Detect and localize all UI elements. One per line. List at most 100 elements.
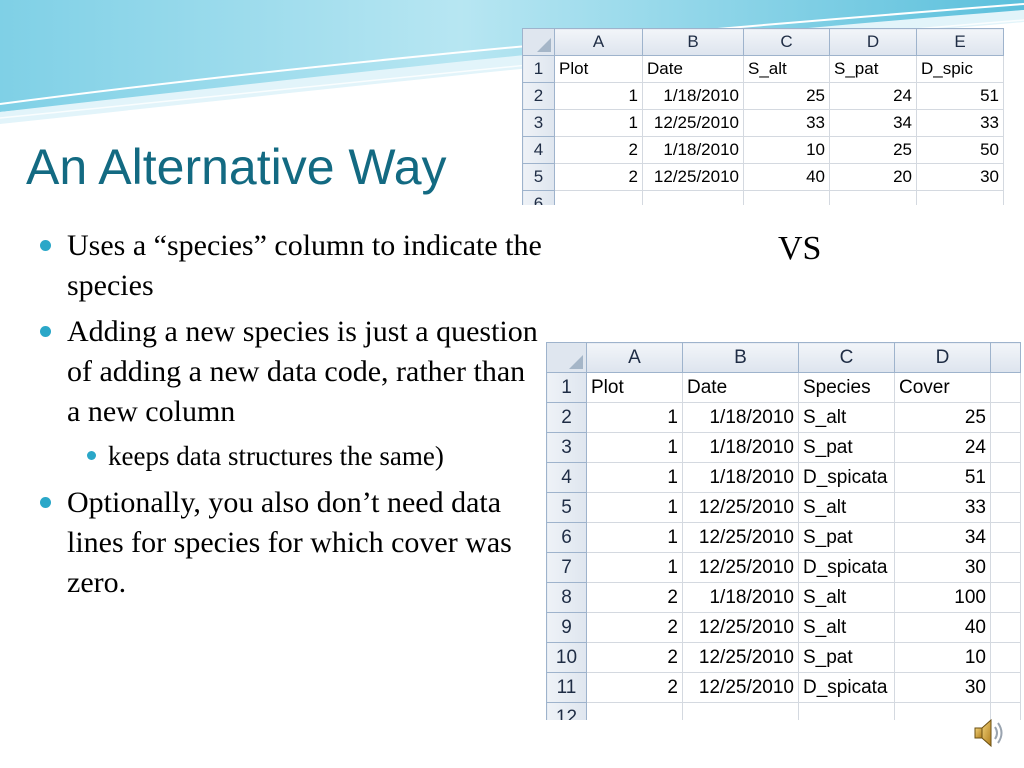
table-cell[interactable]: 40: [894, 612, 991, 643]
row-header[interactable]: 9: [546, 612, 587, 643]
column-header[interactable]: D: [894, 342, 991, 373]
table-cell[interactable]: [990, 612, 1021, 643]
table-cell[interactable]: 30: [894, 672, 991, 703]
table-cell[interactable]: 10: [743, 136, 830, 164]
table-cell[interactable]: 1/18/2010: [682, 462, 799, 493]
table-cell[interactable]: [990, 672, 1021, 703]
table-cell[interactable]: [990, 372, 1021, 403]
table-cell[interactable]: [829, 190, 917, 205]
column-header[interactable]: C: [743, 28, 830, 56]
table-cell[interactable]: [990, 462, 1021, 493]
table-cell[interactable]: S_alt: [798, 582, 895, 613]
row-header[interactable]: 2: [546, 402, 587, 433]
table-cell[interactable]: S_pat: [798, 642, 895, 673]
table-cell[interactable]: 12/25/2010: [682, 552, 799, 583]
table-cell[interactable]: 1: [586, 522, 683, 553]
table-cell[interactable]: [990, 642, 1021, 673]
table-cell[interactable]: 33: [916, 109, 1004, 137]
column-header[interactable]: C: [798, 342, 895, 373]
table-cell[interactable]: D_spic: [916, 55, 1004, 83]
table-cell[interactable]: [682, 702, 799, 720]
table-cell[interactable]: 1: [586, 552, 683, 583]
table-cell[interactable]: 25: [743, 82, 830, 110]
table-cell[interactable]: 1/18/2010: [682, 402, 799, 433]
table-cell[interactable]: 12/25/2010: [682, 612, 799, 643]
table-cell[interactable]: [743, 190, 830, 205]
row-header[interactable]: 12: [546, 702, 587, 720]
column-header[interactable]: E: [916, 28, 1004, 56]
table-cell[interactable]: 1/18/2010: [642, 136, 744, 164]
table-cell[interactable]: 100: [894, 582, 991, 613]
table-cell[interactable]: 12/25/2010: [682, 642, 799, 673]
table-cell[interactable]: [990, 552, 1021, 583]
table-cell[interactable]: 1: [586, 402, 683, 433]
row-header[interactable]: 6: [546, 522, 587, 553]
table-cell[interactable]: 50: [916, 136, 1004, 164]
table-cell[interactable]: 33: [743, 109, 830, 137]
table-cell[interactable]: 2: [586, 612, 683, 643]
table-cell[interactable]: 51: [894, 462, 991, 493]
table-cell[interactable]: Plot: [586, 372, 683, 403]
column-header[interactable]: D: [829, 28, 917, 56]
table-cell[interactable]: 24: [894, 432, 991, 463]
table-cell[interactable]: S_alt: [798, 612, 895, 643]
table-cell[interactable]: S_pat: [829, 55, 917, 83]
table-cell[interactable]: 30: [916, 163, 1004, 191]
table-cell[interactable]: 2: [586, 642, 683, 673]
table-cell[interactable]: 20: [829, 163, 917, 191]
table-cell[interactable]: 12/25/2010: [682, 672, 799, 703]
table-cell[interactable]: 1: [586, 432, 683, 463]
table-cell[interactable]: 34: [894, 522, 991, 553]
table-cell[interactable]: Species: [798, 372, 895, 403]
column-header[interactable]: B: [642, 28, 744, 56]
table-cell[interactable]: 1/18/2010: [642, 82, 744, 110]
table-cell[interactable]: [798, 702, 895, 720]
table-cell[interactable]: S_pat: [798, 432, 895, 463]
table-cell[interactable]: D_spicata: [798, 462, 895, 493]
table-cell[interactable]: [586, 702, 683, 720]
table-cell[interactable]: 1: [586, 462, 683, 493]
table-cell[interactable]: 1: [554, 82, 643, 110]
row-header[interactable]: 8: [546, 582, 587, 613]
table-cell[interactable]: [990, 402, 1021, 433]
table-cell[interactable]: D_spicata: [798, 672, 895, 703]
select-all-corner[interactable]: [546, 342, 587, 373]
table-cell[interactable]: 12/25/2010: [682, 522, 799, 553]
row-header[interactable]: 1: [546, 372, 587, 403]
row-header[interactable]: 4: [546, 462, 587, 493]
row-header[interactable]: 7: [546, 552, 587, 583]
table-cell[interactable]: 30: [894, 552, 991, 583]
row-header[interactable]: 11: [546, 672, 587, 703]
table-cell[interactable]: [990, 522, 1021, 553]
table-cell[interactable]: 25: [894, 402, 991, 433]
table-cell[interactable]: [990, 432, 1021, 463]
table-cell[interactable]: [916, 190, 1004, 205]
row-header[interactable]: 1: [522, 55, 555, 83]
table-cell[interactable]: S_alt: [798, 402, 895, 433]
row-header[interactable]: 6: [522, 190, 555, 205]
table-cell[interactable]: 2: [586, 672, 683, 703]
table-cell[interactable]: 10: [894, 642, 991, 673]
column-header[interactable]: [990, 342, 1021, 373]
row-header[interactable]: 5: [522, 163, 555, 191]
table-cell[interactable]: 2: [554, 136, 643, 164]
speaker-icon[interactable]: [972, 716, 1008, 750]
row-header[interactable]: 10: [546, 642, 587, 673]
table-cell[interactable]: [990, 492, 1021, 523]
table-cell[interactable]: 1/18/2010: [682, 582, 799, 613]
column-header[interactable]: A: [554, 28, 643, 56]
table-cell[interactable]: 51: [916, 82, 1004, 110]
table-cell[interactable]: [554, 190, 643, 205]
select-all-corner[interactable]: [522, 28, 555, 56]
table-cell[interactable]: [990, 582, 1021, 613]
table-cell[interactable]: 12/25/2010: [682, 492, 799, 523]
table-cell[interactable]: Date: [682, 372, 799, 403]
table-cell[interactable]: 40: [743, 163, 830, 191]
row-header[interactable]: 5: [546, 492, 587, 523]
table-cell[interactable]: 24: [829, 82, 917, 110]
table-cell[interactable]: Plot: [554, 55, 643, 83]
column-header[interactable]: A: [586, 342, 683, 373]
table-cell[interactable]: 2: [586, 582, 683, 613]
table-cell[interactable]: 34: [829, 109, 917, 137]
table-cell[interactable]: 1/18/2010: [682, 432, 799, 463]
